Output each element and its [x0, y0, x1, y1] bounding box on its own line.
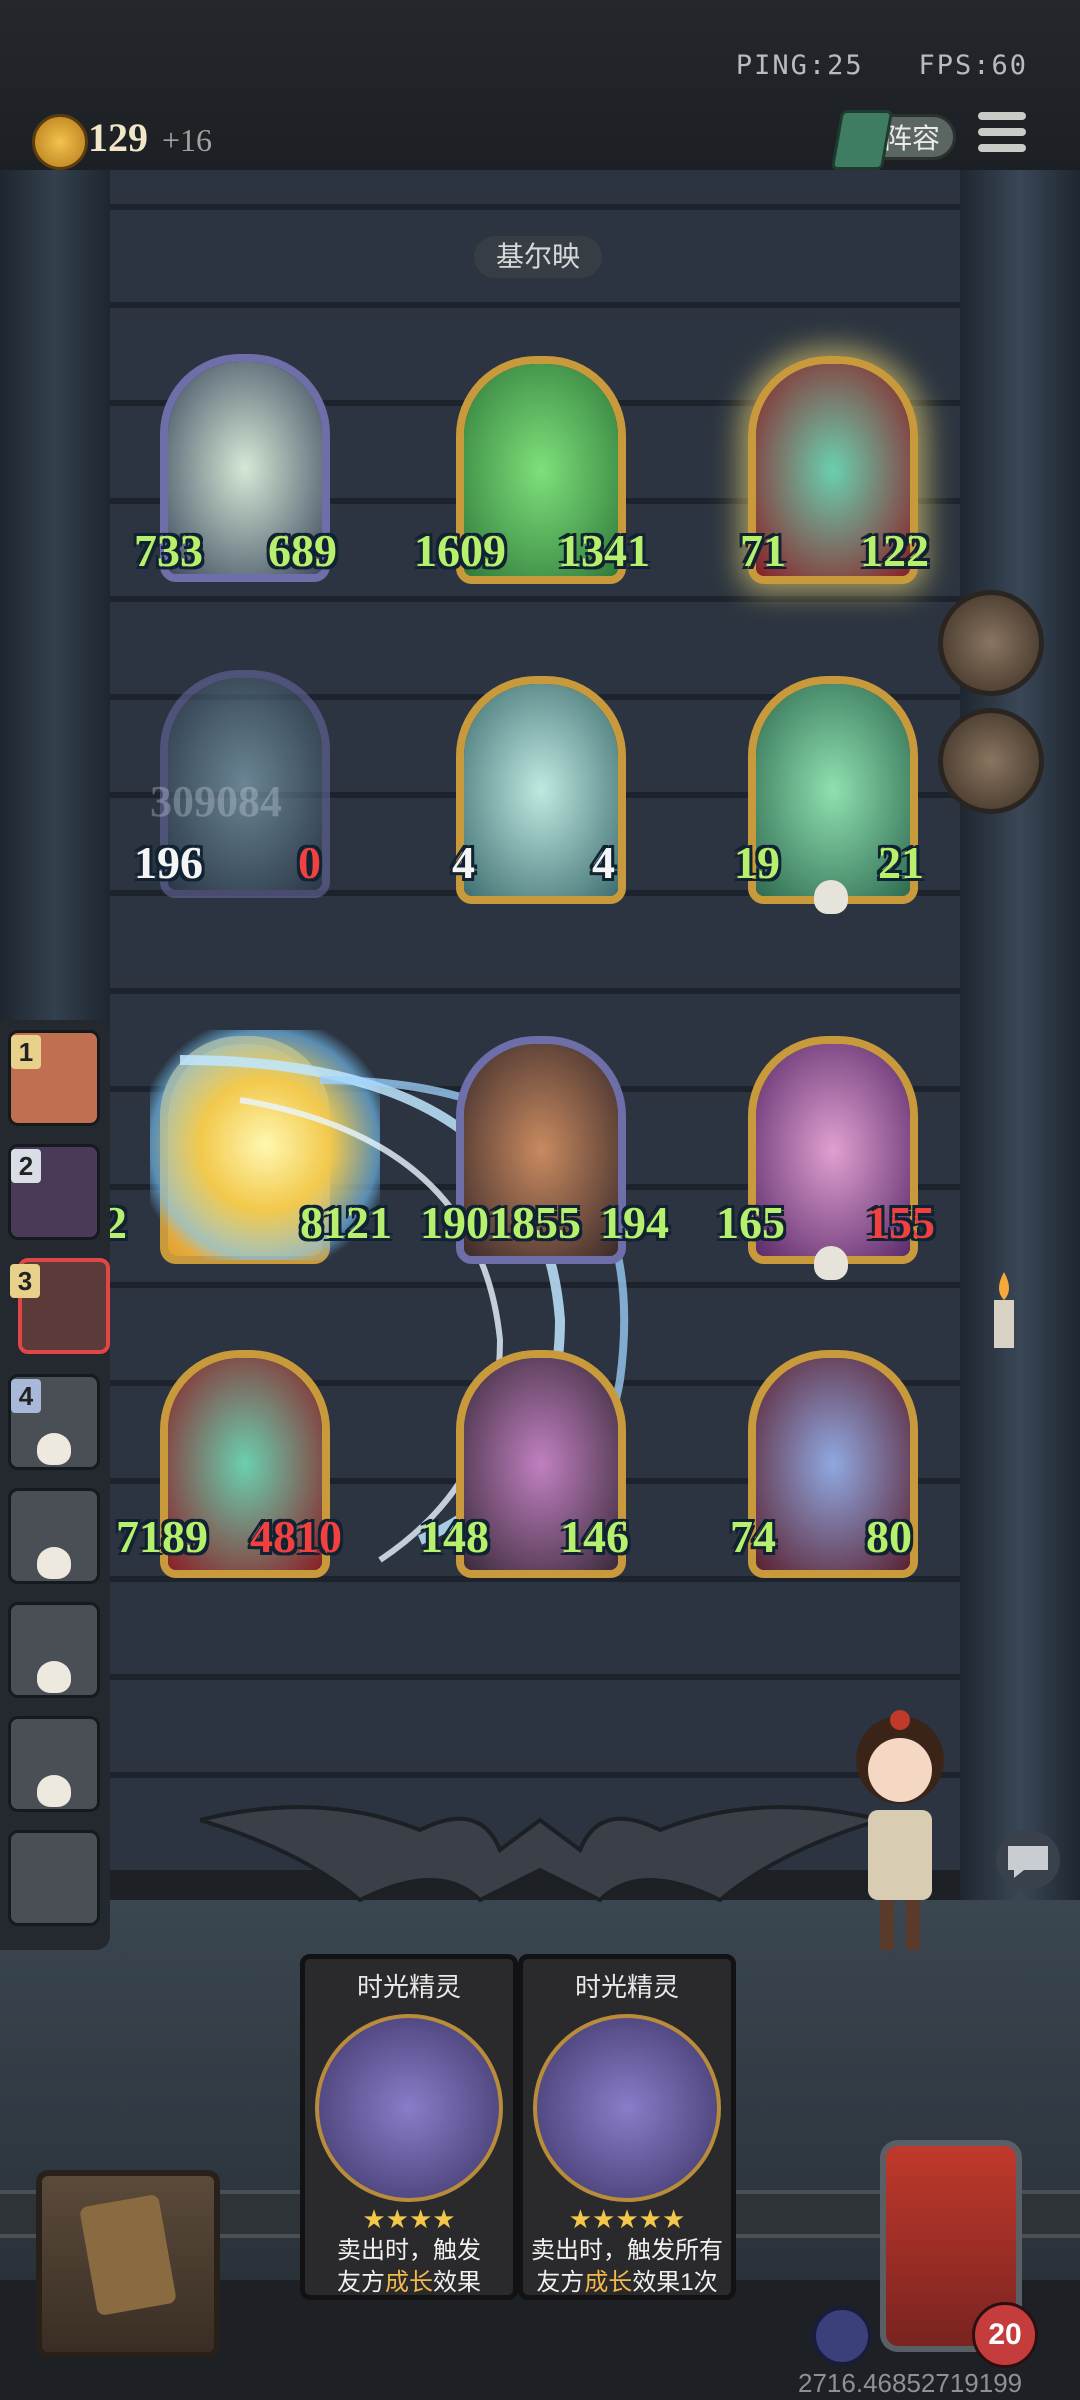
lineup-label: 阵容	[883, 123, 940, 154]
ping-readout: PING:25	[735, 50, 864, 81]
candle-icon	[994, 1272, 1014, 1348]
unit-attack: 7189	[116, 1511, 208, 1562]
queue-item[interactable]	[8, 1830, 100, 1926]
desc-text: 友方	[536, 2269, 585, 2296]
unit-health: 8121	[300, 1197, 392, 1248]
unit-health: 194	[600, 1197, 669, 1248]
shop-card-title: 时光精灵	[356, 1972, 461, 2002]
desc-highlight: 成长	[584, 2269, 633, 2296]
unit-health: 4	[592, 837, 615, 888]
time-spirit-portrait	[533, 2014, 721, 2202]
queue-number: 3	[10, 1264, 40, 1298]
star-rating: ★★★★	[362, 2204, 456, 2234]
menu-button[interactable]	[978, 112, 1026, 158]
desc-line1: 卖出时，触发所有	[531, 2237, 723, 2264]
menu-icon-line	[978, 128, 1026, 136]
sell-chest-button[interactable]	[36, 2170, 220, 2358]
unit-attack: 19	[734, 837, 780, 888]
chest-icon	[79, 2193, 177, 2317]
shop-card[interactable]: 时光精灵 ★★★★★ 卖出时，触发所有 友方成长效果1次	[518, 1954, 736, 2300]
fps-readout: FPS:60	[918, 50, 1028, 81]
unit-attack: 196	[134, 837, 203, 888]
unit-attack: 1609	[414, 525, 506, 576]
unit-attack: 165	[716, 1197, 785, 1248]
coordinate-readout: 2716.46852719199	[798, 2368, 1023, 2398]
menu-icon-line	[978, 144, 1026, 152]
unit-attack: 1901855	[420, 1197, 581, 1248]
queue-item[interactable]: 4	[8, 1374, 100, 1470]
queue-item[interactable]	[8, 1602, 100, 1698]
unit-health: 80	[866, 1511, 912, 1562]
unit-health: 155	[866, 1197, 935, 1248]
desc-text: 效果	[433, 2269, 481, 2296]
menu-icon	[978, 112, 1026, 120]
desc-highlight: 成长	[385, 2269, 433, 2296]
shop-card-desc: 卖出时，触发所有 友方成长效果1次	[523, 2235, 731, 2299]
unit-health: 146	[560, 1511, 629, 1562]
shop-card-title: 时光精灵	[574, 1972, 679, 2002]
right-pillar	[960, 170, 1080, 1920]
skull-icon	[37, 1661, 71, 1693]
chat-button[interactable]	[996, 1830, 1060, 1890]
ghost-number: 309084	[150, 777, 282, 826]
relic-icon[interactable]	[938, 708, 1044, 814]
unit-attack: 71	[740, 525, 786, 576]
unit-attack: 74	[730, 1511, 776, 1562]
gold-income: +16	[162, 122, 213, 158]
network-stats: PING:25 FPS:60	[736, 50, 1028, 81]
queue-number: 2	[11, 1149, 41, 1183]
skull-icon	[37, 1433, 71, 1465]
unit-health: 1341	[558, 525, 650, 576]
unit-attack: 733	[134, 525, 203, 576]
unit-attack: 4	[452, 837, 475, 888]
shop-card-desc: 卖出时，触发 友方成长效果	[305, 2235, 513, 2299]
desc-line2: 友方成长效果	[313, 2267, 505, 2299]
unit-health: 122	[860, 525, 929, 576]
shop-card[interactable]: 时光精灵 ★★★★ 卖出时，触发 友方成长效果	[300, 1954, 518, 2300]
skull-icon	[814, 880, 848, 914]
desc-line2: 友方成长效果1次	[531, 2267, 723, 2299]
skull-icon	[814, 1246, 848, 1280]
unit-health: 0	[298, 837, 321, 888]
queue-item[interactable]: 1	[8, 1030, 100, 1126]
queue-item[interactable]: 2	[8, 1144, 100, 1240]
skull-icon	[37, 1547, 71, 1579]
coin-icon	[32, 114, 88, 170]
queue-number: 4	[11, 1379, 41, 1413]
unit-attack: 148	[420, 1511, 489, 1562]
chat-icon	[1008, 1846, 1048, 1878]
queue-item-active[interactable]: 3	[10, 1258, 110, 1354]
book-icon	[830, 110, 894, 170]
enemy-name: 基尔映	[474, 236, 602, 278]
shield-icon	[812, 2306, 872, 2366]
bat-ornament	[200, 1805, 880, 1903]
unit-health: 4810	[250, 1511, 342, 1562]
time-spirit-portrait	[315, 2014, 503, 2202]
player-avatar-character	[856, 1710, 944, 1950]
star-rating: ★★★★★	[568, 2204, 686, 2234]
unit-health: 689	[268, 525, 337, 576]
relic-icon[interactable]	[938, 590, 1044, 696]
desc-line1: 卖出时，触发	[337, 2237, 481, 2264]
queue-item[interactable]	[8, 1488, 100, 1584]
queue-number: 1	[11, 1035, 41, 1069]
gold-amount: 129	[88, 115, 148, 160]
player-health: 20	[972, 2302, 1038, 2368]
desc-text: 友方	[337, 2269, 385, 2296]
skull-icon	[37, 1775, 71, 1807]
unit-health: 21	[878, 837, 924, 888]
desc-text: 效果1次	[632, 2269, 718, 2296]
queue-item[interactable]	[8, 1716, 100, 1812]
